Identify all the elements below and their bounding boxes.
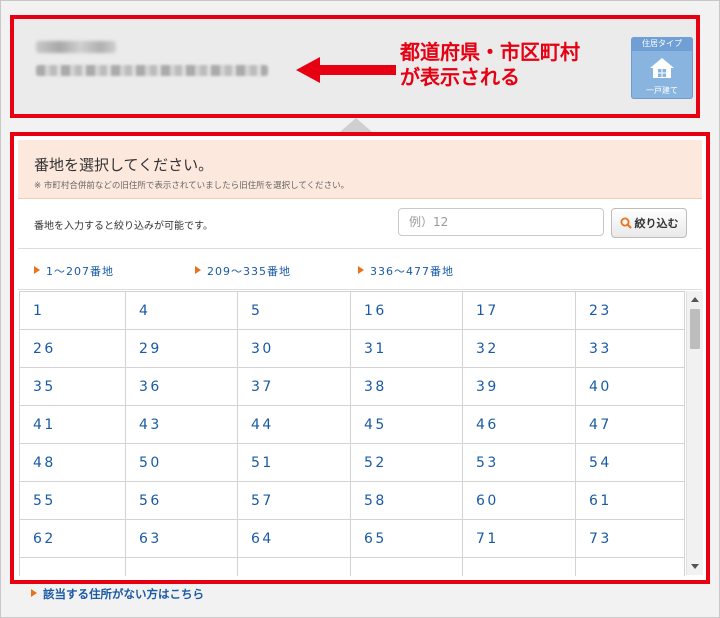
- range-link-3[interactable]: 336～477番地: [358, 263, 454, 279]
- block-number-cell[interactable]: 45: [351, 406, 463, 444]
- block-number-cell[interactable]: 71: [463, 520, 576, 558]
- annotation-arrow: [296, 57, 396, 83]
- address-header: 都道府県・市区町村 が表示される 住居タイプ 一戸建て: [10, 15, 700, 118]
- scroll-up-arrow-icon[interactable]: [691, 297, 699, 302]
- block-number-cell[interactable]: 58: [351, 482, 463, 520]
- block-number-cell[interactable]: 33: [576, 330, 685, 368]
- block-number-cell[interactable]: 50: [126, 444, 238, 482]
- block-number-cell[interactable]: 63: [126, 520, 238, 558]
- block-number-cell: [238, 558, 351, 576]
- no-address-link[interactable]: 該当する住所がない方はこちら: [31, 586, 204, 602]
- block-number-cell[interactable]: 17: [463, 292, 576, 330]
- block-number-cell[interactable]: 53: [463, 444, 576, 482]
- block-number-cell[interactable]: 4: [126, 292, 238, 330]
- block-number-cell[interactable]: 48: [19, 444, 126, 482]
- block-number-cell: [126, 558, 238, 576]
- filter-row: 番地を入力すると絞り込みが可能です。 絞り込む: [18, 198, 702, 249]
- block-number-input[interactable]: [398, 208, 604, 236]
- block-number-grid: 1 4 5 16 17 23 26 29 30 31 32 33 35 36 37 38 39 40 41 43 44 4…: [19, 292, 685, 576]
- block-number-cell[interactable]: 35: [19, 368, 126, 406]
- range-link-label: 336～477番地: [370, 265, 454, 278]
- block-number-cell[interactable]: 56: [126, 482, 238, 520]
- block-number-cell[interactable]: 61: [576, 482, 685, 520]
- block-number-cell[interactable]: 44: [238, 406, 351, 444]
- filter-button[interactable]: 絞り込む: [611, 208, 687, 238]
- block-number-cell[interactable]: 36: [126, 368, 238, 406]
- residence-type-title: 住居タイプ: [631, 37, 693, 51]
- block-number-cell: [576, 558, 685, 576]
- block-number-cell[interactable]: 51: [238, 444, 351, 482]
- block-number-panel: 番地を選択してください。 ※ 市町村合併前などの旧住所で表示されていましたら旧住…: [10, 132, 710, 584]
- block-number-cell[interactable]: 31: [351, 330, 463, 368]
- panel-note: ※ 市町村合併前などの旧住所で表示されていましたら旧住所を選択してください。: [34, 181, 350, 191]
- block-number-cell[interactable]: 55: [19, 482, 126, 520]
- annotation-text: 都道府県・市区町村 が表示される: [400, 40, 620, 90]
- pointer-triangle: [340, 118, 372, 132]
- block-number-cell[interactable]: 39: [463, 368, 576, 406]
- scrollbar[interactable]: [686, 291, 703, 575]
- block-number-cell[interactable]: 52: [351, 444, 463, 482]
- triangle-bullet-icon: [31, 589, 37, 597]
- block-number-cell[interactable]: 73: [576, 520, 685, 558]
- block-number-cell[interactable]: 29: [126, 330, 238, 368]
- block-number-cell[interactable]: 57: [238, 482, 351, 520]
- block-number-cell[interactable]: 40: [576, 368, 685, 406]
- block-number-cell[interactable]: 47: [576, 406, 685, 444]
- filter-hint: 番地を入力すると絞り込みが可能です。: [34, 221, 213, 232]
- block-number-cell[interactable]: 32: [463, 330, 576, 368]
- block-number-cell[interactable]: 30: [238, 330, 351, 368]
- annotation-line-1: 都道府県・市区町村: [400, 40, 580, 64]
- block-number-cell[interactable]: 1: [19, 292, 126, 330]
- range-link-label: 209～335番地: [207, 265, 291, 278]
- filter-button-label: 絞り込む: [634, 217, 679, 230]
- block-number-cell[interactable]: 26: [19, 330, 126, 368]
- block-number-cell[interactable]: 43: [126, 406, 238, 444]
- block-number-cell: [463, 558, 576, 576]
- block-number-cell[interactable]: 64: [238, 520, 351, 558]
- range-link-2[interactable]: 209～335番地: [195, 263, 291, 279]
- house-icon: [650, 58, 674, 78]
- triangle-bullet-icon: [358, 266, 364, 274]
- panel-title: 番地を選択してください。: [34, 156, 214, 174]
- block-number-cell[interactable]: 16: [351, 292, 463, 330]
- range-link-label: 1～207番地: [46, 265, 114, 278]
- blurred-address: [36, 65, 268, 76]
- search-icon: [620, 217, 632, 229]
- block-number-cell[interactable]: 5: [238, 292, 351, 330]
- block-number-cell[interactable]: 41: [19, 406, 126, 444]
- panel-header: 番地を選択してください。 ※ 市町村合併前などの旧住所で表示されていましたら旧住…: [18, 140, 702, 199]
- block-number-cell[interactable]: 38: [351, 368, 463, 406]
- triangle-bullet-icon: [195, 266, 201, 274]
- no-address-link-label: 該当する住所がない方はこちら: [43, 587, 204, 601]
- triangle-bullet-icon: [34, 266, 40, 274]
- block-number-cell[interactable]: 65: [351, 520, 463, 558]
- annotation-line-2: が表示される: [400, 65, 520, 89]
- scroll-thumb[interactable]: [690, 309, 700, 349]
- block-number-grid-container: 1 4 5 16 17 23 26 29 30 31 32 33 35 36 37 38 39 40 41 43 44 4…: [19, 291, 685, 576]
- block-number-cell: [351, 558, 463, 576]
- block-number-cell[interactable]: 54: [576, 444, 685, 482]
- residence-type-badge: 住居タイプ 一戸建て: [631, 37, 693, 99]
- block-number-cell[interactable]: 46: [463, 406, 576, 444]
- range-row: 1～207番地 209～335番地 336～477番地: [18, 249, 702, 290]
- block-number-cell[interactable]: 62: [19, 520, 126, 558]
- scroll-down-arrow-icon[interactable]: [691, 564, 699, 569]
- blurred-postal-code: [36, 41, 116, 53]
- block-number-cell[interactable]: 37: [238, 368, 351, 406]
- block-number-cell[interactable]: 60: [463, 482, 576, 520]
- range-link-1[interactable]: 1～207番地: [34, 263, 114, 279]
- residence-type-label: 一戸建て: [646, 86, 678, 95]
- block-number-cell[interactable]: 23: [576, 292, 685, 330]
- block-number-cell: [19, 558, 126, 576]
